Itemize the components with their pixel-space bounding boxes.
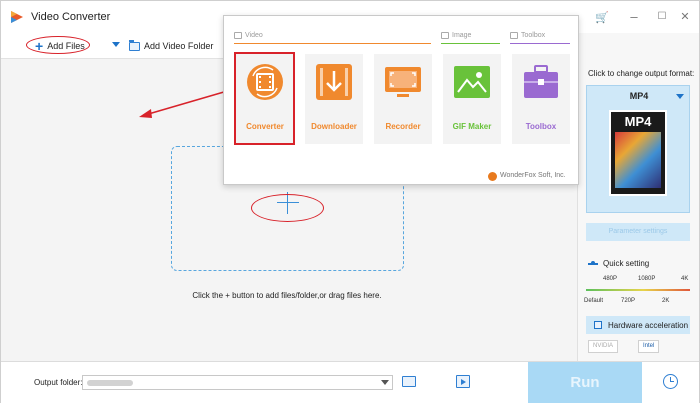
output-folder-field[interactable] bbox=[82, 375, 393, 390]
output-format-hint: Click to change output format: bbox=[588, 69, 695, 78]
nvidia-badge[interactable]: NVIDIA bbox=[588, 340, 619, 353]
chevron-down-icon bbox=[676, 94, 684, 99]
chevron-down-icon[interactable] bbox=[381, 380, 389, 385]
format-artwork bbox=[615, 132, 661, 188]
section-toolbox: Toolbox bbox=[510, 28, 545, 42]
intel-badge[interactable]: Intel bbox=[638, 340, 660, 353]
section-image: Image bbox=[441, 28, 471, 42]
quality-label-720p: 720P bbox=[621, 298, 636, 304]
output-format-panel: Click to change output format: MP4 MP4 P… bbox=[577, 33, 699, 361]
quality-label-480p: 480P bbox=[603, 276, 618, 282]
bottom-bar: Output folder: Run bbox=[1, 361, 699, 403]
minimize-button[interactable]: – bbox=[623, 7, 645, 27]
section-image-label: Image bbox=[452, 31, 472, 39]
quality-label-default: Default bbox=[584, 298, 604, 304]
quality-label-1080p: 1080P bbox=[638, 276, 656, 282]
media-folder-icon[interactable] bbox=[456, 375, 470, 388]
add-video-folder-button[interactable]: Add Video Folder bbox=[129, 37, 213, 55]
output-path-redacted bbox=[87, 380, 133, 386]
quality-label-4k: 4K bbox=[681, 276, 689, 282]
close-button[interactable]: ✕ bbox=[674, 7, 696, 27]
add-video-folder-label: Add Video Folder bbox=[144, 41, 214, 51]
app-logo-icon bbox=[11, 11, 23, 23]
image-section-rule bbox=[441, 43, 500, 44]
toolbox-icon bbox=[524, 65, 558, 98]
quick-setting-text: Quick setting bbox=[603, 259, 650, 268]
video-section-icon bbox=[234, 31, 242, 39]
highlight-oval-add-files bbox=[26, 36, 90, 54]
run-button[interactable]: Run bbox=[528, 362, 642, 403]
highlight-oval-plus bbox=[251, 194, 324, 222]
hardware-acceleration-label: Hardware acceleration bbox=[608, 320, 689, 330]
folder-icon bbox=[129, 39, 140, 51]
format-box-label: MP4 bbox=[624, 114, 652, 129]
window-title: Video Converter bbox=[31, 11, 111, 23]
toolbox-section-rule bbox=[510, 43, 570, 44]
quality-slider[interactable] bbox=[586, 289, 690, 291]
module-popup-menu: Video Image Toolbox Converter Downloader… bbox=[223, 15, 579, 185]
tile-toolbox-label: Toolbox bbox=[525, 122, 557, 131]
download-icon bbox=[316, 64, 352, 100]
chip-icon bbox=[594, 321, 602, 329]
output-folder-label: Output folder: bbox=[34, 378, 83, 387]
drop-hint-text: Click the + button to add files/folder,o… bbox=[192, 291, 382, 300]
screen-record-icon bbox=[385, 67, 421, 97]
quality-label-2k: 2K bbox=[662, 298, 670, 304]
image-icon bbox=[454, 66, 490, 98]
tile-recorder-label: Recorder bbox=[385, 122, 421, 131]
parameter-settings-button[interactable]: Parameter settings bbox=[586, 223, 690, 241]
converter-highlight-box bbox=[234, 52, 295, 145]
open-folder-icon[interactable] bbox=[402, 376, 416, 387]
hardware-acceleration-button[interactable]: Hardware acceleration bbox=[586, 316, 690, 334]
output-format-selector[interactable]: MP4 MP4 bbox=[586, 85, 690, 213]
tile-downloader[interactable]: Downloader bbox=[305, 54, 363, 144]
tile-toolbox[interactable]: Toolbox bbox=[512, 54, 570, 144]
section-video: Video bbox=[234, 28, 263, 42]
maximize-button[interactable]: ☐ bbox=[651, 7, 673, 27]
wonderfox-logo-icon bbox=[488, 172, 497, 181]
section-video-label: Video bbox=[245, 31, 263, 39]
tile-recorder[interactable]: Recorder bbox=[374, 54, 432, 144]
alarm-clock-icon[interactable] bbox=[663, 374, 678, 389]
tile-downloader-label: Downloader bbox=[311, 122, 357, 131]
tile-gif-maker-label: GIF Maker bbox=[452, 122, 492, 131]
tile-gif-maker[interactable]: GIF Maker bbox=[443, 54, 501, 144]
brand-text: WonderFox Soft, Inc. bbox=[500, 172, 566, 179]
add-files-dropdown-icon[interactable] bbox=[112, 42, 120, 47]
image-section-icon bbox=[441, 31, 449, 39]
video-section-rule bbox=[234, 43, 431, 44]
quick-setting-label: Quick setting bbox=[588, 259, 649, 268]
section-toolbox-label: Toolbox bbox=[521, 31, 546, 39]
mp4-format-icon: MP4 bbox=[609, 110, 667, 196]
app-window: Video Converter 🛒 – ☐ ✕ + Add Files Add … bbox=[0, 0, 700, 403]
cart-icon[interactable]: 🛒 bbox=[595, 11, 609, 24]
toolbox-section-icon bbox=[510, 31, 518, 39]
slider-icon bbox=[588, 260, 598, 265]
